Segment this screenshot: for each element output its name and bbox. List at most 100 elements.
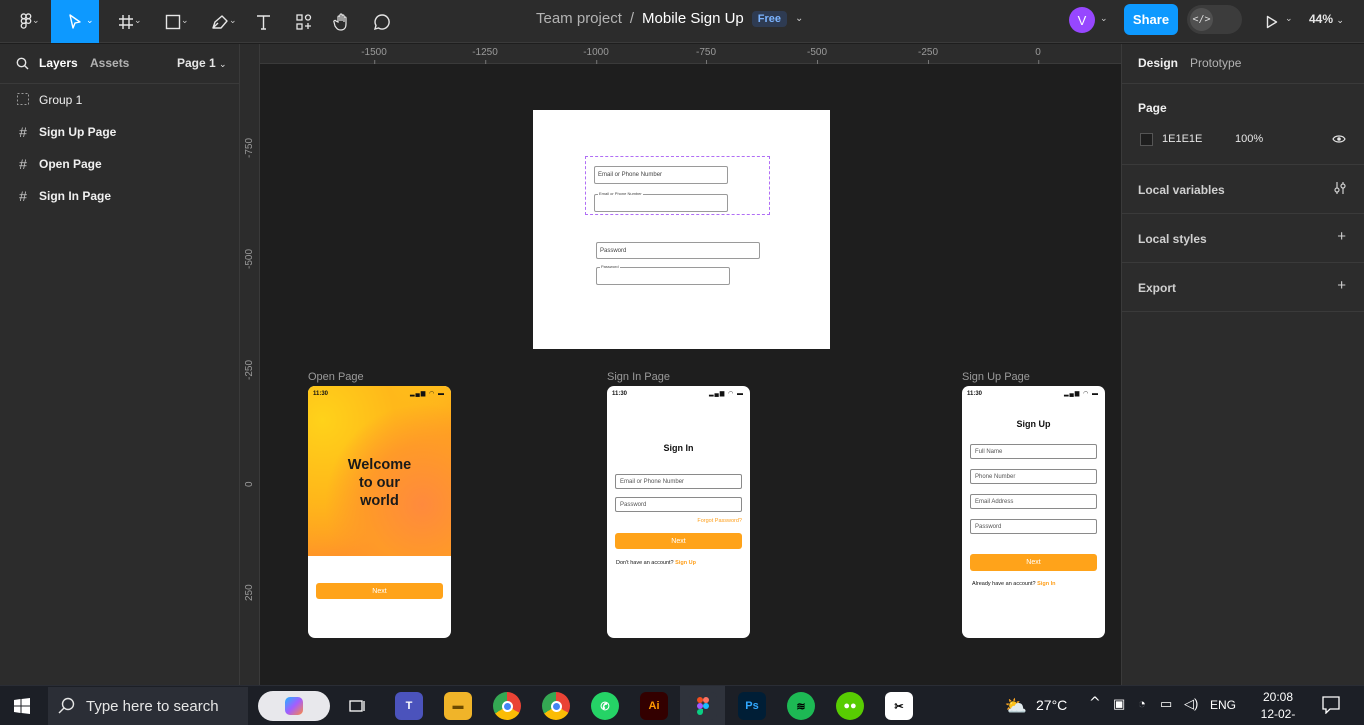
weather-icon[interactable]: ⛅ <box>1001 692 1031 720</box>
page-selector[interactable]: Page 1 ⌄ <box>177 56 227 70</box>
next-button[interactable]: Next <box>316 583 443 599</box>
phone-field[interactable]: Phone Number <box>970 469 1097 484</box>
text-tool-button[interactable] <box>250 0 276 43</box>
language-indicator[interactable]: ENG <box>1210 698 1236 712</box>
frame-label-sign-in-page[interactable]: Sign In Page <box>607 371 670 383</box>
full-name-field[interactable]: Full Name <box>970 444 1097 459</box>
comment-tool-button[interactable] <box>369 0 395 43</box>
export-section[interactable]: Export + <box>1122 263 1364 312</box>
temperature[interactable]: 27°C <box>1036 697 1067 713</box>
welcome-heading: Welcome to our world <box>308 456 451 510</box>
resources-button[interactable] <box>291 0 317 43</box>
signup-prompt: Don't have an account? Sign Up <box>616 560 696 566</box>
status-time: 11:30 <box>612 391 628 397</box>
layer-item-sign-in-page[interactable]: # Sign In Page <box>0 180 239 212</box>
hand-tool-button[interactable] <box>329 0 355 43</box>
ruler-vertical: -750 -500 -250 0 250 <box>240 44 260 685</box>
plus-icon[interactable]: + <box>1337 228 1346 245</box>
teams-icon[interactable]: T <box>395 692 423 720</box>
avatar[interactable]: V <box>1069 7 1095 33</box>
dev-mode-toggle[interactable]: </> <box>1187 5 1242 34</box>
left-panel: Layers Assets Page 1 ⌄ Group 1 # Sign Up… <box>0 44 240 685</box>
chevron-down-icon[interactable]: ⌄ <box>795 13 803 24</box>
frame-icon: # <box>19 156 27 172</box>
tab-design[interactable]: Design <box>1138 56 1178 70</box>
whatsapp-icon[interactable]: ✆ <box>591 692 619 720</box>
next-button[interactable]: Next <box>615 533 742 549</box>
chevron-down-icon[interactable]: ⌄ <box>1285 14 1293 24</box>
tab-layers[interactable]: Layers <box>39 56 78 70</box>
email-field-default[interactable]: Email or Phone Number <box>594 166 728 184</box>
email-field[interactable]: Email Address <box>970 494 1097 509</box>
page-opacity-value[interactable]: 100% <box>1235 133 1263 145</box>
page-color-value[interactable]: 1E1E1E <box>1162 133 1202 145</box>
task-view-icon[interactable] <box>344 692 372 720</box>
search-icon[interactable] <box>16 57 29 70</box>
wifi-icon[interactable]: ◔ <box>1138 696 1146 711</box>
ruler-tick: -1000 <box>583 47 609 64</box>
zoom-level[interactable]: 44% ⌄ <box>1309 12 1344 26</box>
capcut-icon[interactable]: ✂ <box>885 692 913 720</box>
volume-icon[interactable]: ◁) <box>1184 696 1198 712</box>
frame-label-open-page[interactable]: Open Page <box>308 371 364 383</box>
eye-icon[interactable] <box>1332 134 1346 144</box>
plus-icon[interactable]: + <box>1337 277 1346 294</box>
tab-assets[interactable]: Assets <box>90 56 129 70</box>
sliders-icon[interactable] <box>1334 181 1346 195</box>
meet-icon[interactable]: ▣ <box>1113 696 1125 712</box>
windows-taskbar: Type here to search T ▬ ✆ Ai Ps ≋ ●● ✂ ⛅… <box>0 685 1364 725</box>
next-button[interactable]: Next <box>970 554 1097 571</box>
file-name[interactable]: Mobile Sign Up <box>642 10 744 27</box>
illustrator-icon[interactable]: Ai <box>640 692 668 720</box>
canvas[interactable]: -1500 -1250 -1000 -750 -500 -250 0 -750 … <box>240 44 1121 685</box>
group-1-frame[interactable]: Email or Phone Number Email or Phone Num… <box>533 110 830 349</box>
password-field-default[interactable]: Password <box>596 242 760 259</box>
local-styles-section[interactable]: Local styles + <box>1122 214 1364 263</box>
open-page-frame[interactable]: 11:30 ▂▄▆ ◠ ▬ Welcome to our world Next <box>308 386 451 638</box>
windows-start-icon[interactable] <box>14 698 30 714</box>
email-field-focused[interactable]: Email or Phone Number <box>594 191 728 212</box>
notifications-icon[interactable] <box>1322 696 1340 714</box>
sign-up-link[interactable]: Sign Up <box>675 560 696 566</box>
sign-in-page-frame[interactable]: 11:30 ▂▄▆ ◠ ▬ Sign In Email or Phone Num… <box>607 386 750 638</box>
main-menu-button[interactable]: ⌄ <box>6 0 46 43</box>
clock[interactable]: 20:08 12-02-2024 <box>1248 689 1308 725</box>
present-button[interactable] <box>1262 0 1282 43</box>
layer-item-sign-up-page[interactable]: # Sign Up Page <box>0 116 239 148</box>
pen-tool-button[interactable]: ⌄ <box>200 0 240 43</box>
photoshop-icon[interactable]: Ps <box>738 692 766 720</box>
chevron-down-icon[interactable]: ⌄ <box>1100 14 1108 24</box>
frame-tool-button[interactable]: ⌄ <box>108 0 144 43</box>
local-styles-label: Local styles <box>1138 232 1207 246</box>
layer-item-group-1[interactable]: Group 1 <box>0 84 239 116</box>
move-tool-button[interactable]: ⌄ <box>51 0 99 43</box>
shape-tool-button[interactable]: ⌄ <box>155 0 191 43</box>
chrome-icon[interactable] <box>493 692 521 720</box>
frame-label-sign-up-page[interactable]: Sign Up Page <box>962 371 1030 383</box>
chevron-up-icon[interactable]: ^ <box>1089 695 1101 711</box>
spotify-icon[interactable]: ≋ <box>787 692 815 720</box>
tab-prototype[interactable]: Prototype <box>1190 56 1241 70</box>
chrome-profile-icon[interactable] <box>542 692 570 720</box>
toolbar: ⌄ ⌄ ⌄ ⌄ ⌄ Team project / Mobile Sign Up … <box>0 0 1364 43</box>
file-explorer-icon[interactable]: ▬ <box>444 692 472 720</box>
password-placeholder: Password <box>600 247 627 254</box>
layer-item-open-page[interactable]: # Open Page <box>0 148 239 180</box>
copilot-icon[interactable] <box>258 691 330 721</box>
figma-taskbar-icon[interactable] <box>689 692 717 720</box>
forgot-password-link[interactable]: Forgot Password? <box>697 518 742 524</box>
sign-up-page-frame[interactable]: 11:30 ▂▄▆ ◠ ▬ Sign Up Full Name Phone Nu… <box>962 386 1105 638</box>
password-field-focused[interactable]: Password <box>596 264 730 285</box>
duolingo-icon[interactable]: ●● <box>836 692 864 720</box>
email-field[interactable]: Email or Phone Number <box>615 474 742 489</box>
local-variables-section[interactable]: Local variables <box>1122 165 1364 214</box>
share-button[interactable]: Share <box>1124 4 1178 35</box>
battery-icon[interactable]: ▭ <box>1160 696 1172 712</box>
taskbar-search[interactable]: Type here to search <box>48 687 248 725</box>
team-name[interactable]: Team project <box>536 10 622 27</box>
file-title[interactable]: Team project / Mobile Sign Up Free ⌄ <box>536 10 803 27</box>
password-field[interactable]: Password <box>615 497 742 512</box>
password-field[interactable]: Password <box>970 519 1097 534</box>
sign-in-link[interactable]: Sign In <box>1037 581 1055 587</box>
page-color-swatch[interactable] <box>1140 133 1153 146</box>
